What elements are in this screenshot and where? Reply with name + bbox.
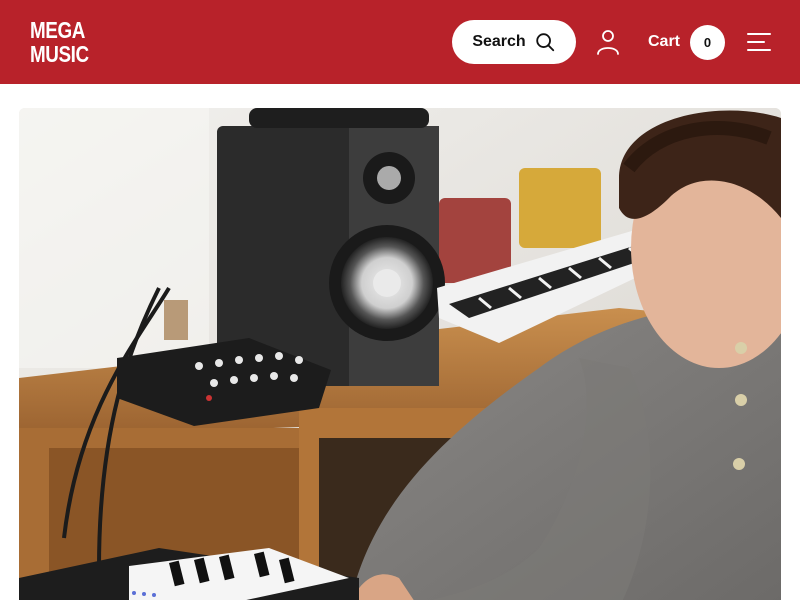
mega-music-logo[interactable]: MEGA MUSIC xyxy=(30,18,89,66)
hero-image xyxy=(19,108,781,600)
user-icon xyxy=(597,30,619,55)
cart-button[interactable]: Cart 0 xyxy=(648,24,726,60)
cart-label: Cart xyxy=(648,33,681,50)
menu-button[interactable] xyxy=(746,30,772,54)
menu-icon xyxy=(747,33,771,51)
search-icon xyxy=(535,33,554,52)
site-header: MEGA MUSIC Search Cart 0 xyxy=(0,0,800,84)
search-button[interactable]: Search xyxy=(452,20,576,64)
logo-line-2: MUSIC xyxy=(30,41,89,67)
search-label: Search xyxy=(472,33,526,50)
cart-count-badge: 0 xyxy=(690,24,726,60)
logo-line-1: MEGA xyxy=(30,17,85,43)
account-button[interactable] xyxy=(594,28,622,56)
hero-photo-illustration xyxy=(19,108,781,600)
